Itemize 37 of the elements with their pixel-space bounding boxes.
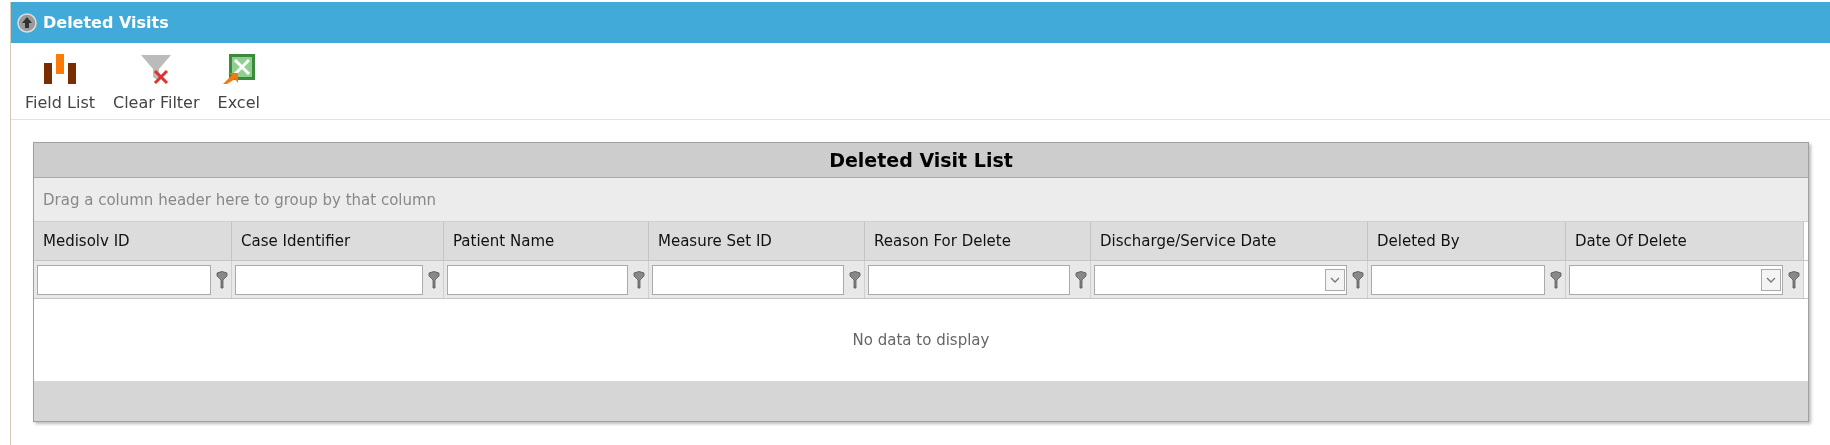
filter-field[interactable]	[652, 264, 844, 295]
filter-field[interactable]	[447, 264, 628, 295]
clear-filter-icon	[139, 53, 174, 85]
column-header[interactable]: Measure Set ID	[649, 222, 865, 260]
panel-title: Deleted Visits	[43, 13, 169, 32]
column-header[interactable]: Reason For Delete	[865, 222, 1091, 260]
excel-icon	[221, 53, 256, 85]
filter-field[interactable]	[868, 264, 1070, 295]
date-filter-field[interactable]	[1094, 264, 1347, 295]
filter-icon[interactable]	[1075, 270, 1087, 289]
date-filter-field[interactable]	[1569, 264, 1783, 295]
column-header[interactable]: Case Identifier	[232, 222, 444, 260]
dropdown-icon[interactable]	[1325, 268, 1345, 291]
dropdown-icon[interactable]	[1761, 268, 1781, 291]
column-header[interactable]: Deleted By	[1368, 222, 1566, 260]
toolbar-button[interactable]: Field List	[23, 49, 97, 119]
filter-icon[interactable]	[1352, 270, 1364, 289]
filter-icon[interactable]	[1788, 270, 1800, 289]
filter-icon[interactable]	[1550, 270, 1562, 289]
column-header[interactable]: Discharge/Service Date	[1091, 222, 1368, 260]
grid-title: Deleted Visit List	[829, 149, 1013, 171]
filter-field[interactable]	[37, 264, 211, 295]
column-header[interactable]: Patient Name	[444, 222, 649, 260]
filter-icon[interactable]	[633, 270, 645, 289]
filter-icon[interactable]	[216, 270, 228, 289]
column-header[interactable]: Medisolv ID	[34, 222, 232, 260]
toolbar-button[interactable]: Excel	[215, 49, 262, 119]
filter-icon[interactable]	[428, 270, 440, 289]
filter-field[interactable]	[1371, 264, 1545, 295]
column-header[interactable]: Date Of Delete	[1566, 222, 1804, 260]
group-hint: Drag a column header here to group by that column	[43, 190, 437, 209]
filter-field[interactable]	[235, 264, 423, 295]
filter-icon[interactable]	[849, 270, 861, 289]
empty-message: No data to display	[852, 331, 990, 349]
collapse-icon[interactable]	[17, 12, 37, 33]
toolbar-button[interactable]: Clear Filter	[111, 49, 202, 119]
bar-chart-icon	[42, 53, 78, 85]
